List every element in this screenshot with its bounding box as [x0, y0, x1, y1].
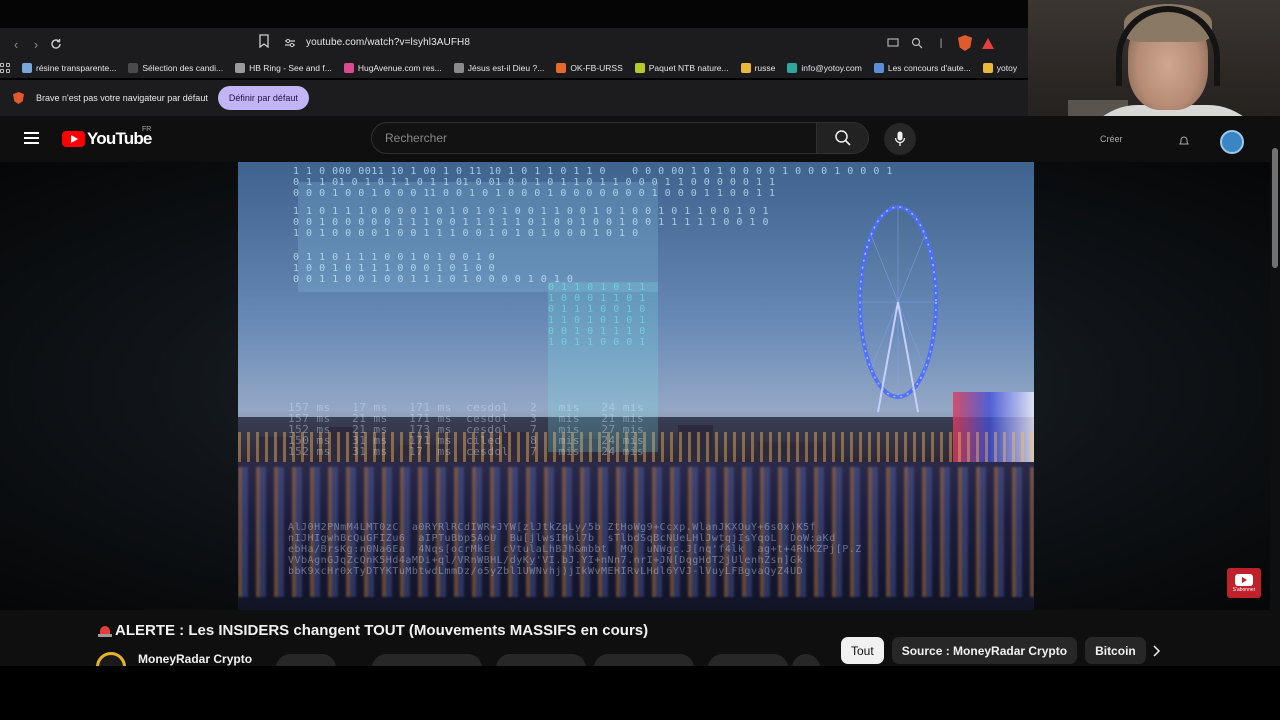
search-button[interactable] — [817, 122, 869, 154]
bookmark-label: résine transparente... — [36, 63, 117, 73]
chevron-right-icon — [1153, 645, 1161, 657]
brave-shields-icon[interactable] — [958, 35, 972, 51]
country-code: FR — [142, 126, 152, 133]
video-frame: 1 1 0 000 0011 10 1 00 1 0 11 10 1 0 1 1… — [238, 162, 1034, 610]
back-button[interactable]: ‹ — [6, 34, 26, 54]
create-button[interactable]: Créer — [1100, 134, 1123, 144]
chip-source-channel[interactable]: Source : MoneyRadar Crypto — [891, 637, 1078, 664]
channel-name[interactable]: MoneyRadar Crypto — [138, 652, 252, 666]
favicon-icon — [556, 63, 567, 73]
separator: | — [939, 37, 943, 49]
search-icon — [834, 130, 851, 146]
channel-row: MoneyRadar Crypto — [96, 650, 826, 666]
overflow-button[interactable] — [792, 654, 820, 666]
chip-bitcoin[interactable]: Bitcoin — [1085, 637, 1146, 664]
chevron-left-icon: ‹ — [13, 36, 19, 52]
scrollbar-thumb[interactable] — [1272, 148, 1278, 268]
bookmark-label: info@yotoy.com — [801, 63, 862, 73]
like-button[interactable] — [276, 654, 336, 666]
bookmarks-bar: résine transparente... Sélection des cand… — [0, 58, 1030, 78]
bookmark-label: russe — [754, 63, 776, 73]
search-placeholder: Rechercher — [385, 131, 448, 145]
brave-logo-icon — [13, 92, 24, 104]
subscribe-watermark[interactable]: S'abonner — [1227, 568, 1261, 598]
bookmark-label: HB Ring - See and f... — [249, 63, 332, 73]
bookmark-item[interactable]: OK-FB-URSS — [556, 63, 623, 73]
set-default-button[interactable]: Définir par défaut — [217, 86, 309, 110]
zoom-icon[interactable] — [910, 36, 924, 50]
notifications-icon[interactable] — [1178, 134, 1190, 146]
bookmark-item[interactable]: Les concours d'aute... — [873, 63, 971, 73]
address-bar[interactable]: youtube.com/watch?v=lsyhl3AUFH8 — [306, 37, 470, 48]
youtube-masthead: YouTube FR Rechercher Créer — [0, 116, 1280, 162]
video-title: ALERTE : Les INSIDERS changent TOUT (Mou… — [98, 622, 648, 639]
bookmark-label: Paquet NTB nature... — [648, 63, 729, 73]
bookmark-item[interactable]: Paquet NTB nature... — [634, 63, 729, 73]
favicon-icon — [128, 63, 139, 73]
save-button[interactable] — [496, 654, 586, 666]
chips-next-button[interactable] — [1148, 643, 1164, 659]
bottom-letterbox — [0, 666, 1280, 720]
siren-icon — [98, 625, 112, 637]
favicon-icon — [343, 63, 354, 73]
youtube-logo[interactable]: YouTube — [62, 129, 152, 149]
forward-button[interactable]: › — [26, 34, 46, 54]
bookmark-item[interactable]: russe — [740, 63, 776, 73]
toolbar-actions: | — [886, 35, 994, 51]
favicon-icon — [634, 63, 645, 73]
bookmark-item[interactable]: résine transparente... — [22, 63, 116, 73]
channel-avatar[interactable] — [96, 652, 126, 666]
favicon-icon — [982, 63, 993, 73]
youtube-play-icon — [62, 131, 85, 147]
chevron-right-icon: › — [33, 36, 39, 52]
more-actions-button[interactable] — [708, 654, 788, 666]
bookmark-label: HugAvenue.com res... — [357, 63, 442, 73]
chip-all[interactable]: Tout — [841, 637, 884, 664]
ferris-wheel-illustration — [858, 205, 938, 412]
favicon-icon — [453, 63, 464, 73]
site-info-button[interactable] — [284, 36, 298, 50]
search-input[interactable]: Rechercher — [371, 122, 817, 154]
bookmark-label: Sélection des candi... — [142, 63, 224, 73]
cast-icon[interactable] — [886, 36, 900, 50]
default-browser-infobar: Brave n'est pas votre navigateur par déf… — [0, 80, 1030, 116]
apps-icon[interactable] — [0, 63, 10, 73]
tune-icon — [285, 38, 295, 48]
bookmark-label: yotoy — [996, 63, 1018, 73]
reload-button[interactable] — [46, 34, 66, 54]
video-title-text: ALERTE : Les INSIDERS changent TOUT (Mou… — [115, 622, 649, 639]
bookmark-label: Les concours d'aute... — [887, 63, 971, 73]
bookmark-label: Jésus est-il Dieu ?... — [467, 63, 545, 73]
reload-icon — [51, 39, 61, 49]
youtube-play-icon — [1235, 573, 1253, 586]
infobar-message: Brave n'est pas votre navigateur par déf… — [36, 93, 208, 103]
video-player[interactable]: 1 1 0 000 0011 10 1 00 1 0 11 10 1 0 1 1… — [0, 162, 1270, 610]
favicon-icon — [235, 63, 246, 73]
bookmark-label: OK-FB-URSS — [570, 63, 623, 73]
download-button[interactable] — [594, 654, 694, 666]
share-button[interactable] — [372, 654, 482, 666]
bookmark-icon — [259, 34, 269, 49]
browser-toolbar: ‹ › youtube.com/watch?v=lsyhl3AUFH8 | — [0, 28, 1030, 60]
bookmark-item[interactable]: HugAvenue.com res... — [343, 63, 442, 73]
bookmark-item[interactable]: yotoy — [982, 63, 1018, 73]
favicon-icon — [873, 63, 884, 73]
related-filter-chips: Tout Source : MoneyRadar Crypto Bitcoin — [841, 637, 1146, 664]
favicon-icon — [740, 63, 751, 73]
bookmark-item[interactable]: Jésus est-il Dieu ?... — [453, 63, 545, 73]
bookmark-item[interactable]: info@yotoy.com — [787, 63, 862, 73]
bookmark-item[interactable]: HB Ring - See and f... — [235, 63, 332, 73]
favicon-icon — [22, 63, 32, 73]
mic-icon — [894, 131, 906, 146]
page-scrollbar[interactable] — [1270, 143, 1280, 666]
favicon-icon — [787, 63, 798, 73]
menu-icon[interactable] — [24, 132, 39, 144]
watermark-label: S'abonner — [1232, 586, 1256, 593]
bookmark-item[interactable]: Sélection des candi... — [128, 63, 223, 73]
voice-search-button[interactable] — [884, 123, 916, 155]
bookmark-button[interactable] — [258, 34, 274, 54]
account-avatar[interactable] — [1220, 130, 1244, 154]
brave-rewards-icon[interactable] — [982, 37, 994, 49]
